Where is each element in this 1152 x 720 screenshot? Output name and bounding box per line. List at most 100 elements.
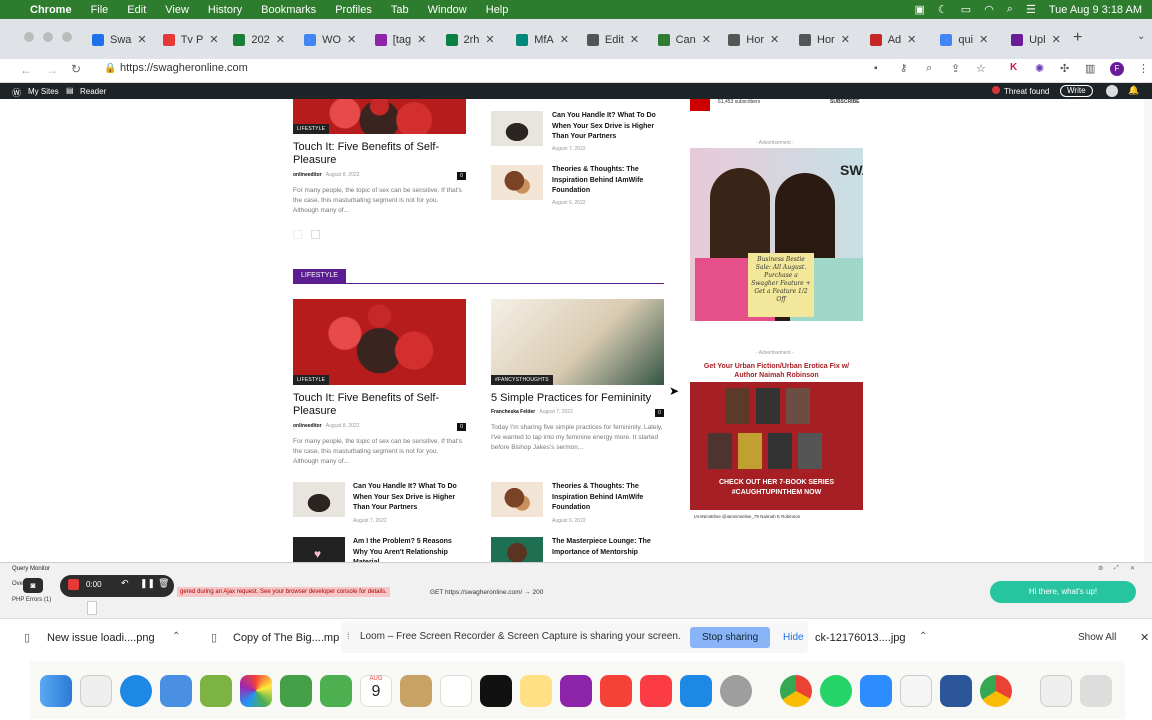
browser-tab[interactable]: Hor ✕	[799, 29, 850, 50]
youtube-subscribe-button[interactable]: SUBSCRIBE	[830, 99, 859, 105]
post-title[interactable]: Can You Handle It? What To Do When Your …	[353, 482, 468, 514]
threat-alert-icon[interactable]	[992, 86, 1000, 94]
apple-tv-icon[interactable]	[480, 675, 512, 707]
post-title[interactable]: Theories & Thoughts: The Inspiration Beh…	[552, 165, 666, 197]
browser-tab[interactable]: 2rh ✕	[445, 29, 495, 50]
post-title[interactable]: Touch It: Five Benefits of Self-Pleasure	[293, 392, 468, 418]
tab-close-icon[interactable]: ✕	[560, 33, 569, 46]
chevron-up-icon[interactable]: ⌃	[172, 631, 180, 642]
key-icon[interactable]: ⚷	[900, 63, 907, 74]
tab-close-icon[interactable]: ✕	[841, 33, 850, 46]
system-preferences-icon[interactable]	[720, 675, 752, 707]
share-icon[interactable]: ⇪	[951, 62, 960, 75]
forward-icon[interactable]: →	[46, 63, 58, 77]
post-thumbnail[interactable]: LIFESTYLE	[293, 99, 466, 134]
browser-tab[interactable]: Can ✕	[657, 29, 711, 50]
tab-close-icon[interactable]: ✕	[276, 33, 285, 46]
sidepanel-icon[interactable]: ▥	[1085, 62, 1095, 75]
post-author[interactable]: onlineeditor	[293, 423, 322, 429]
podcasts-icon[interactable]	[560, 675, 592, 707]
drag-handle-icon[interactable]: ⁞	[347, 631, 350, 641]
tab-close-icon[interactable]: ✕	[485, 33, 494, 46]
post-thumbnail[interactable]	[293, 482, 345, 517]
browser-tab[interactable]: MfA ✕	[516, 29, 569, 50]
chrome-icon[interactable]	[780, 675, 812, 707]
browser-tab[interactable]: Edit ✕	[586, 29, 639, 50]
news-icon[interactable]	[600, 675, 632, 707]
wordpress-icon[interactable]: Ⓦ	[12, 86, 21, 99]
menu-tab[interactable]: Tab	[391, 4, 409, 16]
qm-settings-icon[interactable]: ⚙	[1098, 565, 1103, 572]
browser-tab[interactable]: Swa ✕	[92, 29, 147, 50]
music-icon[interactable]	[640, 675, 672, 707]
post-thumbnail[interactable]	[491, 537, 543, 562]
reader-icon[interactable]: ▤	[66, 86, 74, 95]
lock-icon[interactable]: 🔒	[104, 63, 116, 74]
new-tab-button[interactable]: +	[1073, 29, 1082, 47]
downloads-stack-icon[interactable]	[1040, 675, 1072, 707]
post-title[interactable]: The Masterpiece Lounge: The Importance o…	[552, 537, 666, 558]
menu-kebab-icon[interactable]: ⋮	[1138, 62, 1149, 75]
menu-edit[interactable]: Edit	[127, 4, 146, 16]
my-sites-link[interactable]: My Sites	[28, 87, 59, 96]
tab-close-icon[interactable]: ✕	[702, 33, 711, 46]
menu-history[interactable]: History	[208, 4, 242, 16]
qm-expand-icon[interactable]: ⤢	[1114, 565, 1119, 572]
menu-help[interactable]: Help	[486, 4, 509, 16]
post-thumbnail[interactable]: #FANCYSTHOUGHTS	[491, 299, 664, 385]
post-thumbnail[interactable]	[491, 165, 543, 200]
browser-tab[interactable]: Upl ✕	[1011, 29, 1061, 50]
tab-close-icon[interactable]: ✕	[630, 33, 639, 46]
reminders-icon[interactable]	[440, 675, 472, 707]
word-icon[interactable]	[940, 675, 972, 707]
tab-close-icon[interactable]: ✕	[1052, 33, 1061, 46]
bookmark-star-icon[interactable]: ☆	[976, 62, 986, 75]
browser-tab[interactable]: Ad ✕	[869, 29, 916, 50]
reload-icon[interactable]: ↻	[71, 62, 81, 76]
control-center-icon[interactable]: ☰	[1026, 3, 1036, 16]
app-name[interactable]: Chrome	[30, 4, 72, 16]
show-all-button[interactable]: Show All	[1078, 632, 1116, 643]
category-tag[interactable]: #FANCYSTHOUGHTS	[491, 375, 553, 385]
page-scrollbar[interactable]	[1144, 99, 1152, 562]
app-store-icon[interactable]	[680, 675, 712, 707]
post-author[interactable]: onlineeditor	[293, 172, 322, 178]
maps-icon[interactable]	[200, 675, 232, 707]
tab-close-icon[interactable]: ✕	[347, 33, 356, 46]
notifications-bell-icon[interactable]: 🔔	[1128, 85, 1139, 96]
post-title[interactable]: Can You Handle It? What To Do When Your …	[552, 111, 666, 143]
back-icon[interactable]: ←	[20, 63, 32, 77]
download-item-2[interactable]: Copy of The Big....mp	[233, 632, 339, 644]
tab-close-icon[interactable]: ✕	[137, 33, 146, 46]
menu-window[interactable]: Window	[428, 4, 467, 16]
threat-found-link[interactable]: Threat found	[1004, 87, 1049, 96]
post-author[interactable]: Francheska Felder	[491, 409, 535, 415]
tab-close-icon[interactable]: ✕	[770, 33, 779, 46]
profile-avatar[interactable]: F	[1110, 62, 1124, 76]
extensions-puzzle-icon[interactable]: ✣	[1060, 62, 1069, 75]
menu-bookmarks[interactable]: Bookmarks	[261, 4, 316, 16]
comment-count[interactable]: 0	[457, 423, 466, 431]
calendar-icon[interactable]: AUG 9	[360, 675, 392, 707]
tab-close-icon[interactable]: ✕	[979, 33, 988, 46]
messages-icon[interactable]	[320, 675, 352, 707]
post-thumbnail[interactable]	[491, 111, 543, 146]
qm-tab-php-errors[interactable]: PHP Errors (1)	[12, 597, 51, 603]
loom-undo-icon[interactable]: ↶	[121, 578, 129, 589]
notes-icon[interactable]	[520, 675, 552, 707]
download-item-3[interactable]: ck-12176013....jpg	[815, 632, 906, 644]
browser-tab[interactable]: qui ✕	[940, 29, 988, 50]
extension-k-icon[interactable]: K	[1010, 62, 1017, 73]
trash-icon[interactable]	[1080, 675, 1112, 707]
hide-button[interactable]: Hide	[783, 632, 804, 643]
qm-tab-overview[interactable]: Ove	[12, 581, 23, 587]
browser-tab[interactable]: WO ✕	[304, 29, 356, 50]
qm-checkbox[interactable]	[87, 601, 97, 615]
post-title[interactable]: 5 Simple Practices for Femininity	[491, 392, 666, 405]
whatsapp-icon[interactable]	[820, 675, 852, 707]
safari-icon[interactable]	[120, 675, 152, 707]
close-downloads-icon[interactable]: ✕	[1140, 631, 1149, 644]
post-thumbnail[interactable]: ♥	[293, 537, 345, 562]
post-title[interactable]: Touch It: Five Benefits of Self-Pleasure	[293, 141, 468, 167]
ad-banner-swagher[interactable]: SWAG Business Bestie Sale: All August. P…	[690, 148, 863, 321]
